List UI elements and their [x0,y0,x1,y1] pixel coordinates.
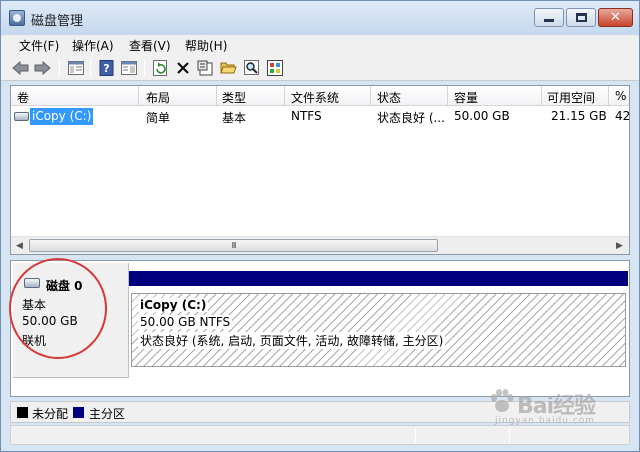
watermark-url: jingyan.baidu.com [495,416,596,426]
volume-name-cell[interactable]: iCopy (C:) [30,108,94,125]
disk-management-window: 磁盘管理 ✕ 文件(F) 操作(A) 查看(V) 帮助(H) ? 卷 布局 类型… [0,0,640,452]
column-divider[interactable] [284,86,285,106]
table-row[interactable]: iCopy (C:) 简单 基本 NTFS 状态良好 (... 50.00 GB… [11,107,631,127]
column-divider[interactable] [608,86,609,106]
window-title: 磁盘管理 [31,14,84,29]
help-button[interactable]: ? [98,59,115,76]
scroll-right-button[interactable]: ▶ [611,237,628,254]
minimize-icon [544,19,554,22]
column-divider[interactable] [370,86,371,106]
partition-body[interactable]: iCopy (C:) 50.00 GB NTFS 状态良好 (系统, 启动, 页… [131,293,626,367]
back-button[interactable] [12,59,29,76]
maximize-button[interactable] [566,8,596,27]
menu-action[interactable]: 操作(A) [72,37,114,54]
column-divider[interactable] [216,86,217,106]
column-header-status[interactable]: 状态 [377,89,401,106]
scrollbar-thumb[interactable]: III [29,239,438,252]
show-hide-console-tree-button[interactable] [67,59,84,76]
disk-graphical-view: 磁盘 0 基本 50.00 GB 联机 iCopy (C:) 50.00 GB … [10,260,630,397]
settings-button[interactable] [266,59,283,76]
search-magnifier-icon [243,59,259,75]
partition-status: 状态良好 (系统, 启动, 页面文件, 活动, 故障转储, 主分区) [138,332,446,349]
menu-file[interactable]: 文件(F) [19,37,59,54]
close-icon: ✕ [610,10,621,25]
drive-icon [14,112,29,121]
primary-partition-swatch [73,407,84,418]
column-divider[interactable] [541,86,542,106]
layout-cell: 简单 [146,111,171,125]
menu-help[interactable]: 帮助(H) [185,37,227,54]
horizontal-scrollbar[interactable]: ◀ III ▶ [11,236,629,254]
properties-pane-icon [120,60,137,75]
percent-free-cell: 42 [615,109,631,123]
scrollbar-grip: III [231,241,236,250]
search-button[interactable] [243,59,260,76]
minimize-button[interactable] [534,8,564,27]
primary-partition-bar [129,271,628,286]
annotation-circle [9,258,107,359]
title-bar[interactable]: 磁盘管理 ✕ [1,1,639,35]
partition-size-fs: 50.00 GB NTFS [138,315,233,329]
back-arrow-icon [12,60,29,75]
column-header-filesystem[interactable]: 文件系统 [291,89,339,106]
column-header-free-space[interactable]: 可用空间 [547,89,595,106]
type-cell: 基本 [222,111,247,125]
settings-grid-icon [266,59,283,76]
scroll-left-button[interactable]: ◀ [11,237,28,254]
svg-text:?: ? [103,62,109,75]
unallocated-swatch [17,407,28,418]
column-divider[interactable] [447,86,448,106]
partition-name: iCopy (C:) [138,298,209,312]
status-cell: 状态良好 (... [377,111,445,125]
open-button[interactable] [220,59,237,76]
properties-view-button[interactable] [120,59,137,76]
status-bar-divider [415,428,416,443]
toolbar: ? [1,55,639,81]
refresh-icon [153,59,167,76]
refresh-button[interactable] [152,59,169,76]
capacity-cell: 50.00 GB [454,109,510,123]
toolbar-separator [90,59,91,77]
forward-arrow-icon [34,60,51,75]
close-button[interactable]: ✕ [598,8,633,27]
legend-unallocated: 未分配 [32,407,69,421]
delete-x-icon [176,61,189,74]
forward-button[interactable] [34,59,51,76]
properties-button[interactable] [196,59,213,76]
column-header-layout[interactable]: 布局 [146,89,170,106]
column-header-type[interactable]: 类型 [222,89,246,106]
free-space-cell: 21.15 GB [551,109,607,123]
baidu-jingyan-watermark: Bai经验 jingyan.baidu.com [489,382,631,434]
column-header-percent-free[interactable]: % [615,89,626,103]
help-icon: ? [99,59,113,76]
menu-view[interactable]: 查看(V) [129,37,171,54]
column-header-capacity[interactable]: 容量 [454,89,478,106]
volume-list-header: 卷 布局 类型 文件系统 状态 容量 可用空间 % [11,86,629,106]
disk-management-app-icon [9,10,25,26]
open-folder-icon [220,62,237,74]
console-tree-icon [67,60,84,75]
maximize-icon [575,13,587,22]
menu-bar: 文件(F) 操作(A) 查看(V) 帮助(H) [1,35,639,55]
toolbar-separator [144,59,145,77]
legend-primary-partition: 主分区 [89,407,126,421]
delete-button[interactable] [174,59,191,76]
toolbar-separator [59,59,60,77]
partition-c[interactable]: iCopy (C:) 50.00 GB NTFS 状态良好 (系统, 启动, 页… [129,271,628,372]
filesystem-cell: NTFS [291,109,322,123]
baidu-paw-icon [491,389,514,412]
column-header-volume[interactable]: 卷 [17,89,29,106]
column-divider[interactable] [138,86,139,106]
properties-icon [197,60,212,75]
volume-list-pane: 卷 布局 类型 文件系统 状态 容量 可用空间 % iCopy (C:) 简单 … [10,85,630,255]
